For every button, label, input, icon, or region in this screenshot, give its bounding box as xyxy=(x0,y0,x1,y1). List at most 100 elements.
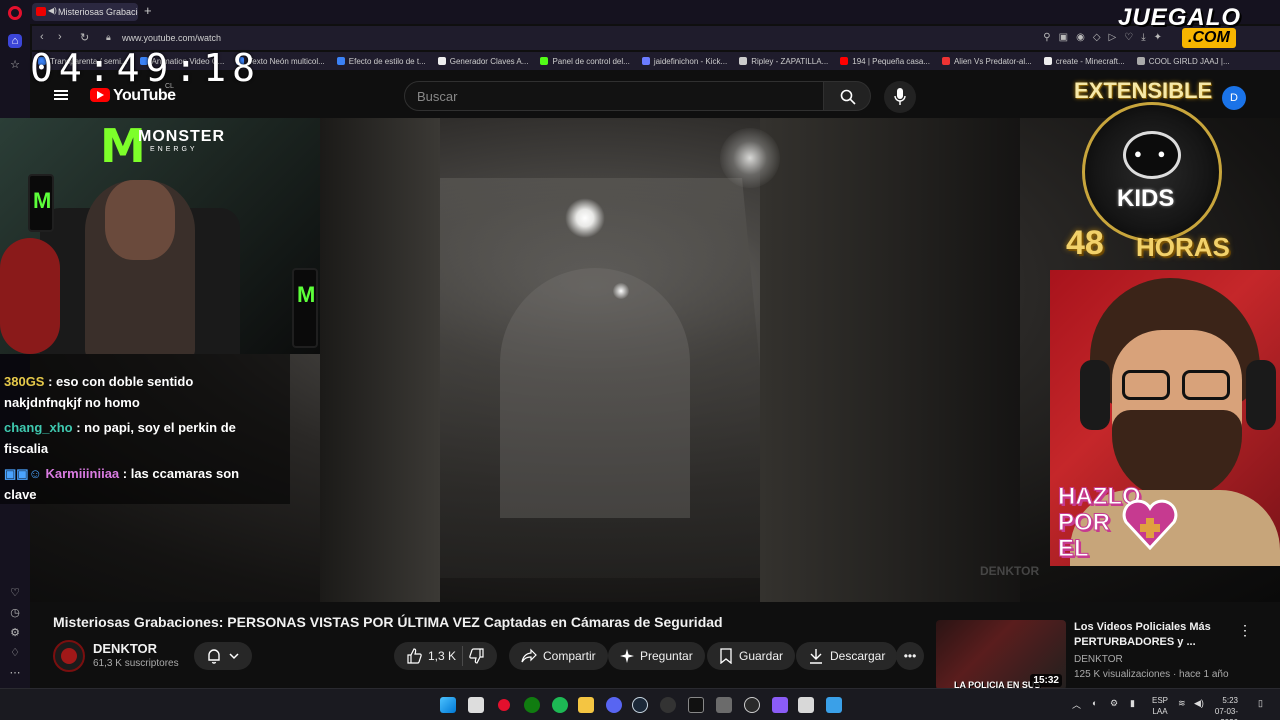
stream-clock: 04:49:18 xyxy=(30,46,262,90)
pin-icon[interactable]: ☆ xyxy=(8,58,22,72)
reload-icon[interactable]: ↻ xyxy=(80,31,89,44)
search-page-icon[interactable]: ⚲ xyxy=(1043,32,1050,43)
back-icon[interactable]: ‹ xyxy=(40,31,44,43)
more-actions-button[interactable]: ••• xyxy=(896,642,924,670)
thumbs-up-icon[interactable] xyxy=(406,648,422,664)
bookmark-favicon-icon xyxy=(437,57,446,65)
tray-chevron-icon[interactable]: ︿ xyxy=(1072,698,1081,711)
bookmark-item[interactable]: Efecto de estilo de t... xyxy=(331,52,432,70)
sparkle-icon xyxy=(620,649,634,663)
opera-taskbar-icon[interactable] xyxy=(496,697,512,713)
ask-button[interactable]: Preguntar xyxy=(608,642,705,670)
glasses-icon xyxy=(1122,370,1234,400)
lock-icon[interactable]: 🔒︎ xyxy=(106,32,111,43)
obs-icon[interactable] xyxy=(660,697,676,713)
thumbs-down-icon[interactable] xyxy=(469,648,485,664)
url-field[interactable]: www.youtube.com/watch xyxy=(122,33,221,43)
tray-app-icon[interactable]: ▮ xyxy=(1130,698,1135,709)
volume-icon[interactable]: ◀) xyxy=(1194,698,1204,709)
spotify-icon[interactable] xyxy=(552,697,568,713)
camera-icon[interactable]: ◉ xyxy=(1076,32,1085,43)
share-button[interactable]: Compartir xyxy=(509,642,608,670)
recommended-thumbnail[interactable]: LA POLICIA EN SUS 15:32 xyxy=(936,620,1066,690)
favorites-icon[interactable]: ♡ xyxy=(8,586,22,600)
bookmark-item[interactable]: 194 | Pequeña casa... xyxy=(834,52,936,70)
bookmark-item[interactable]: Alien Vs Predator-al... xyxy=(936,52,1038,70)
voice-search-button[interactable] xyxy=(884,81,916,113)
like-dislike-group: 1,3 K xyxy=(394,642,498,670)
browser-tab-active[interactable]: ◀) Misteriosas Grabacion xyxy=(32,3,138,21)
opera-logo-icon[interactable] xyxy=(8,6,22,20)
chat-message: chang_xho : no papi, soy el perkin de xyxy=(4,420,236,435)
channel-avatar[interactable] xyxy=(53,640,85,672)
xbox-icon[interactable] xyxy=(524,697,540,713)
video-details: Misteriosas Grabaciones: PERSONAS VISTAS… xyxy=(30,602,1280,690)
bookmark-favicon-icon xyxy=(941,57,950,65)
chat-message: nakjdnfnqkjf no homo xyxy=(4,395,140,410)
input-language[interactable]: ESP LAA xyxy=(1150,695,1170,717)
start-menu-icon[interactable] xyxy=(440,697,456,713)
wifi-icon[interactable]: ≋ xyxy=(1178,698,1186,709)
file-explorer-icon[interactable] xyxy=(578,697,594,713)
system-clock[interactable]: 5:2307-03-2026 xyxy=(1206,695,1238,720)
kick-favicon-icon xyxy=(540,57,549,65)
bookmark-item[interactable]: jaidefinichon - Kick... xyxy=(636,52,733,70)
stream-chat: 380GS : eso con doble sentido nakjdnfnqk… xyxy=(0,354,290,504)
video-frame-arch xyxy=(500,268,690,518)
save-button[interactable]: Guardar xyxy=(707,642,796,670)
bookmark-item[interactable]: Panel de control del... xyxy=(534,52,635,70)
tray-app-icon[interactable]: ◐ xyxy=(1092,698,1097,708)
forward-icon[interactable]: › xyxy=(58,31,62,43)
kebab-menu-icon[interactable]: ⋮ xyxy=(1238,622,1252,639)
shield-icon[interactable]: ◇ xyxy=(1093,32,1101,43)
tips-icon[interactable]: ♢ xyxy=(8,646,22,660)
youtube-logo-icon[interactable] xyxy=(90,88,110,102)
browser-tab-bar: ◀) Misteriosas Grabacion + xyxy=(0,0,1280,24)
steam-icon[interactable] xyxy=(632,697,648,713)
vtuber-overlay: HAZLO POR EL xyxy=(1050,270,1280,566)
tab-title: Misteriosas Grabacion xyxy=(58,7,138,17)
minecraft-icon[interactable] xyxy=(716,697,732,713)
audio-playing-icon[interactable]: ◀) xyxy=(48,6,57,15)
kids-mascot-icon: ● ● xyxy=(1123,131,1181,179)
webcam-plush xyxy=(0,238,60,354)
kids-48-horas-badge: EXTENSIBLE ● ● KIDS 48 HORAS xyxy=(1066,78,1230,262)
lens-icon[interactable]: ▣ xyxy=(1059,32,1068,43)
download-button[interactable]: Descargar xyxy=(796,642,898,670)
bookmark-item[interactable]: Ripley - ZAPATILLA... xyxy=(733,52,834,70)
video-duration: 15:32 xyxy=(1030,674,1062,687)
app-icon[interactable] xyxy=(772,697,788,713)
notifications-icon[interactable]: ▯ xyxy=(1258,698,1263,709)
search-button[interactable] xyxy=(823,81,871,111)
tray-steam-icon[interactable]: ⚙ xyxy=(1110,698,1118,709)
app-icon[interactable] xyxy=(744,697,760,713)
energy-can-icon: M xyxy=(292,268,318,348)
app-icon[interactable] xyxy=(798,697,814,713)
video-frame-lamp xyxy=(565,198,605,238)
recommended-title[interactable]: Los Videos Policiales Más PERTURBADORES … xyxy=(1074,620,1224,650)
new-tab-button[interactable]: + xyxy=(144,4,152,18)
epic-games-icon[interactable] xyxy=(688,697,704,713)
webcam-streamer-head xyxy=(105,180,175,260)
channel-name[interactable]: DENKTOR xyxy=(93,641,157,656)
menu-icon[interactable] xyxy=(54,90,68,100)
bookmark-item[interactable]: create - Minecraft... xyxy=(1038,52,1131,70)
recommended-channel[interactable]: DENKTOR xyxy=(1074,654,1123,665)
history-icon[interactable]: ◷ xyxy=(8,606,22,620)
chat-username: chang_xho xyxy=(4,420,73,435)
search-input[interactable]: Buscar xyxy=(404,81,824,111)
more-icon[interactable]: ⋯ xyxy=(8,666,22,680)
bookmark-item[interactable]: COOL GIRLD JAAJ |... xyxy=(1131,52,1236,70)
settings-icon[interactable]: ⚙ xyxy=(8,626,22,640)
discord-icon[interactable] xyxy=(606,697,622,713)
task-view-icon[interactable] xyxy=(468,697,484,713)
app-icon[interactable] xyxy=(826,697,842,713)
save-icon xyxy=(720,648,732,664)
bookmark-favicon-icon xyxy=(1136,57,1145,65)
home-icon[interactable]: ⌂ xyxy=(8,34,22,48)
bookmark-item[interactable]: Generador Claves A... xyxy=(432,52,535,70)
like-count[interactable]: 1,3 K xyxy=(428,649,456,663)
bell-icon xyxy=(208,649,220,664)
chat-message: clave xyxy=(4,487,37,502)
notifications-button[interactable] xyxy=(194,642,252,670)
